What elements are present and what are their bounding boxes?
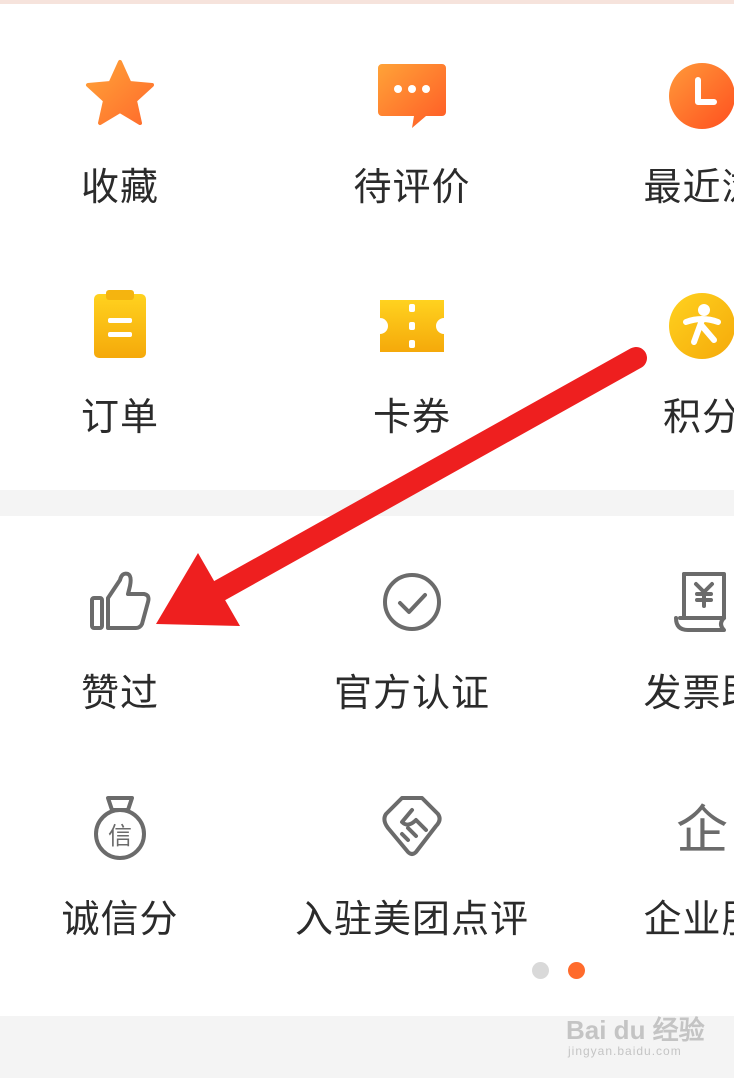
grid-item-orders[interactable]: 订单 [0,286,240,456]
grid-item-label: 最近浏 [643,165,734,209]
star-icon [80,56,160,136]
grid-item-label: 官方认证 [333,671,491,715]
chat-bubble-icon [372,56,452,136]
grid-item-label: 积分 [662,395,734,439]
ticket-icon [372,286,452,366]
more-services-card: 赞过 官方认证 发票助 [0,516,734,1016]
grid-item-label: 待评价 [353,165,471,209]
my-services-card: 收藏 待评价 最近浏 [0,4,734,490]
grid-item-label: 收藏 [80,165,160,209]
grid-item-label: 企业服 [643,897,734,941]
thumbs-up-icon [80,562,160,642]
grid-item-coupons[interactable]: 卡券 [292,286,532,456]
page-dot-active[interactable] [568,962,585,979]
grid-item-pending-review[interactable]: 待评价 [292,56,532,226]
svg-text:企: 企 [676,801,728,861]
watermark-url: jingyan.baidu.com [568,1044,682,1058]
handshake-icon [372,788,452,868]
grid-item-label: 诚信分 [61,897,179,941]
grid-item-liked[interactable]: 赞过 [0,562,240,732]
grid-item-enterprise-service[interactable]: 企 企业服 [582,788,734,958]
grid-item-label: 赞过 [80,671,160,715]
check-circle-icon [372,562,452,642]
grid-item-points[interactable]: 积分 [582,286,734,456]
grid-item-recent[interactable]: 最近浏 [582,56,734,226]
baidu-jingyan-watermark: Bai du 经验 jingyan.baidu.com [560,1000,730,1070]
grid-item-favorites[interactable]: 收藏 [0,56,240,226]
page-dot-inactive[interactable] [532,962,549,979]
grid-item-invoice[interactable]: 发票助 [582,562,734,732]
page-indicator [532,962,592,982]
grid-item-label: 发票助 [643,671,734,715]
grid-item-credit-score[interactable]: 信 诚信分 [0,788,240,958]
grid-item-label: 订单 [80,395,160,439]
grid-item-official-verification[interactable]: 官方认证 [292,562,532,732]
grid-item-label: 卡券 [372,395,452,439]
invoice-icon [662,562,734,642]
enterprise-icon: 企 [662,788,734,868]
svg-text:信: 信 [108,822,132,850]
grid-item-label: 入驻美团点评 [294,897,530,941]
grid-item-join-meituan[interactable]: 入驻美团点评 [292,788,532,958]
points-icon [662,286,734,366]
clock-icon [662,56,734,136]
clipboard-icon [80,286,160,366]
credit-badge-icon: 信 [80,788,160,868]
watermark-logo: Bai du 经验 [566,1015,705,1045]
